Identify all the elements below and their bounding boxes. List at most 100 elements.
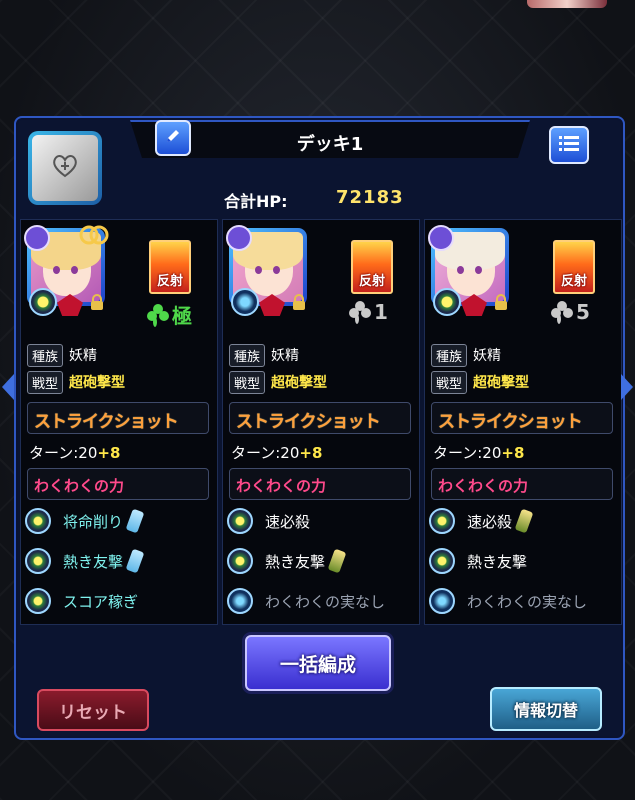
ability-slot-icon (227, 588, 253, 614)
ability-name: 熱き友撃 (265, 552, 326, 571)
gimmick-icon (29, 288, 57, 316)
ability-name: わくわくの実なし (467, 592, 588, 611)
type-tag: 戦型 (229, 370, 266, 394)
reflect-badge: 反射 (351, 240, 393, 294)
luck-indicator: 極 (147, 300, 192, 329)
type-row: 戦型 超砲撃型 (229, 370, 419, 394)
clover-icon (349, 301, 371, 324)
clover-icon (147, 303, 169, 327)
waku-power-label: わくわくの力 (34, 477, 125, 495)
next-deck-arrow[interactable] (621, 374, 633, 400)
tribe-value: 妖精 (69, 348, 98, 364)
potion-icon (514, 508, 534, 534)
tribe-row: 種族 妖精 (229, 343, 419, 367)
ability-name: 速必殺 (265, 512, 311, 531)
strike-shot-box[interactable]: ストライクショット (229, 402, 411, 434)
gimmick-icon (433, 288, 461, 316)
turn-count: ターン:20+8 (231, 444, 323, 462)
connect-skill-icon (79, 225, 109, 245)
prev-deck-arrow[interactable] (2, 374, 14, 400)
clover-icon (551, 301, 573, 324)
element-icon (24, 225, 50, 251)
luck-indicator: 1 (349, 300, 388, 324)
strike-shot-box[interactable]: ストライクショット (27, 402, 209, 434)
luck-value: 1 (374, 300, 388, 324)
member-card-1[interactable]: 反射 極 種族 妖精 戦型 超砲撃型 ストライクショット ターン:20+8 わく… (20, 219, 218, 625)
tribe-value: 妖精 (271, 348, 300, 364)
lock-icon (495, 294, 507, 310)
turn-count: ターン:20+8 (29, 444, 121, 462)
ability-slot-icon (429, 588, 455, 614)
ability-item[interactable]: 熱き友撃 (429, 546, 619, 576)
ability-item[interactable]: スコア稼ぎ (25, 586, 215, 616)
pencil-icon (164, 127, 182, 149)
type-value: 超砲撃型 (473, 375, 530, 391)
waku-power-box[interactable]: わくわくの力 (229, 468, 411, 500)
deck-list-button[interactable] (549, 126, 589, 164)
waku-power-label: わくわくの力 (236, 477, 327, 495)
strike-shot-box[interactable]: ストライクショット (431, 402, 613, 434)
waku-power-label: わくわくの力 (438, 477, 529, 495)
ability-name: 熱き友撃 (467, 552, 528, 571)
ability-slot-icon (25, 588, 51, 614)
character-portrait[interactable] (428, 225, 509, 316)
character-portrait[interactable] (226, 225, 307, 316)
element-icon (226, 225, 252, 251)
lock-icon (293, 294, 305, 310)
potion-icon (327, 548, 347, 574)
ability-item[interactable]: 熱き友撃 (25, 546, 215, 576)
element-icon (428, 225, 454, 251)
character-portrait[interactable] (24, 225, 109, 316)
member-card-3[interactable]: 反射 5 種族 妖精 戦型 超砲撃型 ストライクショット ターン:20+8 わく… (424, 219, 622, 625)
ability-slot-icon (227, 548, 253, 574)
strike-shot-label: ストライクショット (236, 412, 381, 432)
waku-power-box[interactable]: わくわくの力 (431, 468, 613, 500)
info-toggle-button[interactable]: 情報切替 (490, 687, 602, 731)
ability-item[interactable]: 熱き友撃 (227, 546, 417, 576)
ability-item[interactable]: わくわくの実なし (227, 586, 417, 616)
strike-shot-label: ストライクショット (34, 412, 179, 432)
ability-item[interactable]: わくわくの実なし (429, 586, 619, 616)
reflect-badge: 反射 (149, 240, 191, 294)
ability-name: 将命削り (63, 512, 124, 531)
helper-slot-button[interactable] (28, 131, 102, 205)
tribe-tag: 種族 (27, 343, 64, 367)
gimmick-icon (231, 288, 259, 316)
total-hp-label: 合計HP: (224, 192, 288, 211)
tribe-row: 種族 妖精 (27, 343, 217, 367)
luck-value: 5 (576, 300, 590, 324)
ability-slot-icon (25, 548, 51, 574)
ability-slot-icon (25, 508, 51, 534)
type-value: 超砲撃型 (271, 375, 328, 391)
type-tag: 戦型 (27, 370, 64, 394)
ability-name: スコア稼ぎ (63, 592, 139, 611)
corner-character-art (527, 0, 607, 8)
tribe-row: 種族 妖精 (431, 343, 621, 367)
strike-shot-label: ストライクショット (438, 412, 583, 432)
ability-name: わくわくの実なし (265, 592, 386, 611)
luck-value: 極 (172, 304, 192, 328)
waku-power-box[interactable]: わくわくの力 (27, 468, 209, 500)
reflect-badge: 反射 (553, 240, 595, 294)
ability-item[interactable]: 速必殺 (227, 506, 417, 536)
luck-indicator: 5 (551, 300, 590, 324)
type-tag: 戦型 (431, 370, 468, 394)
bulk-edit-button[interactable]: 一括編成 (245, 635, 391, 691)
ability-item[interactable]: 将命削り (25, 506, 215, 536)
type-row: 戦型 超砲撃型 (431, 370, 621, 394)
reset-button[interactable]: リセット (37, 689, 149, 731)
ability-name: 速必殺 (467, 512, 513, 531)
ability-name: 熱き友撃 (63, 552, 124, 571)
potion-icon (125, 508, 145, 534)
member-card-2[interactable]: 反射 1 種族 妖精 戦型 超砲撃型 ストライクショット ターン:20+8 わく… (222, 219, 420, 625)
lock-icon (91, 294, 103, 310)
tribe-tag: 種族 (431, 343, 468, 367)
edit-deck-name-button[interactable] (155, 120, 191, 156)
type-value: 超砲撃型 (69, 375, 126, 391)
heart-plus-icon (52, 154, 78, 182)
ability-item[interactable]: 速必殺 (429, 506, 619, 536)
ability-slot-icon (429, 508, 455, 534)
ability-slot-icon (429, 548, 455, 574)
turn-count: ターン:20+8 (433, 444, 525, 462)
type-row: 戦型 超砲撃型 (27, 370, 217, 394)
